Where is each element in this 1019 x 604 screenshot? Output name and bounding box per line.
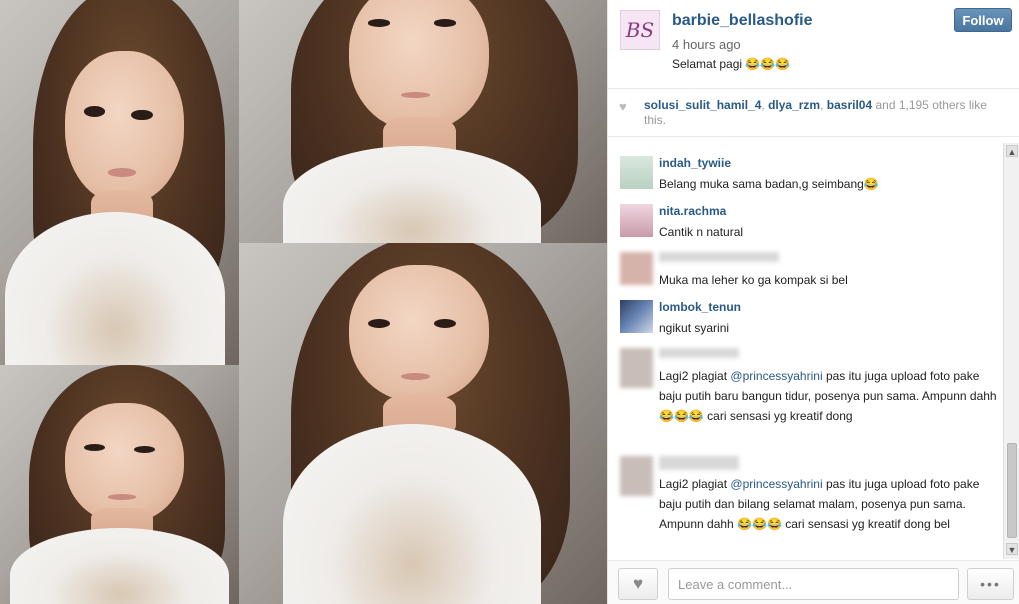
commenter-username[interactable]: nita.rachma: [659, 204, 726, 218]
comment-composer: ♥ •••: [608, 560, 1019, 604]
photo-tile-bottom-left: [0, 365, 239, 604]
comment-text: Belang muka sama badan,g seimbang😂: [659, 177, 879, 191]
comment-text: Muka ma leher ko ga kompak si bel: [659, 273, 848, 287]
commenter-avatar[interactable]: [620, 456, 653, 496]
liker-link[interactable]: solusi_sulit_hamil_4: [644, 98, 761, 112]
heart-icon: ♥: [632, 574, 644, 593]
commenter-username[interactable]: lombok_tenun: [659, 300, 741, 314]
commenter-avatar[interactable]: [620, 252, 653, 285]
like-button[interactable]: ♥: [618, 568, 658, 600]
commenter-username[interactable]: [659, 348, 739, 358]
post-detail-panel: BS barbie_bellashofie 4 hours ago Selama…: [607, 0, 1019, 604]
comment-text-part: Lagi2 plagiat: [659, 369, 731, 383]
photo-tile-top-left: [0, 0, 239, 365]
author-username[interactable]: barbie_bellashofie: [672, 12, 813, 30]
commenter-username[interactable]: indah_tywiie: [659, 156, 731, 170]
post-photo[interactable]: [0, 0, 607, 604]
comment-text: Lagi2 plagiat @princessyahrini pas itu j…: [659, 366, 999, 426]
likes-summary: ♥ solusi_sulit_hamil_4, dlya_rzm, basril…: [608, 89, 1019, 137]
commenter-avatar[interactable]: [620, 300, 653, 333]
liker-link[interactable]: basril04: [827, 98, 872, 112]
liker-link[interactable]: dlya_rzm: [768, 98, 820, 112]
scroll-down-icon[interactable]: ▼: [1006, 543, 1018, 555]
commenter-avatar[interactable]: [620, 204, 653, 237]
more-options-button[interactable]: •••: [967, 568, 1014, 600]
mention-link[interactable]: @princessyahrini: [730, 477, 822, 491]
comment-text-part: Lagi2 plagiat: [659, 477, 731, 491]
scroll-up-icon[interactable]: ▲: [1006, 145, 1018, 157]
comments-scrollbar[interactable]: ▲ ▼: [1003, 143, 1019, 559]
post-timestamp[interactable]: 4 hours ago: [672, 37, 741, 52]
post-header: BS barbie_bellashofie 4 hours ago Selama…: [608, 0, 1019, 89]
commenter-username[interactable]: [659, 456, 739, 470]
comment-text: Lagi2 plagiat @princessyahrini pas itu j…: [659, 474, 999, 534]
comment-text: Cantik n natural: [659, 225, 744, 239]
heart-icon: ♥: [619, 99, 627, 114]
commenter-avatar[interactable]: [620, 348, 653, 388]
photo-tile-top-right: [239, 0, 607, 243]
author-avatar[interactable]: BS: [620, 10, 660, 50]
post-caption: Selamat pagi 😂😂😂: [672, 57, 791, 71]
scrollbar-thumb[interactable]: [1007, 443, 1017, 538]
commenter-avatar[interactable]: [620, 156, 653, 189]
comment-input[interactable]: [668, 568, 959, 600]
more-dots-icon: •••: [980, 576, 1001, 592]
comment-text: ngikut syarini: [659, 321, 730, 335]
mention-link[interactable]: @princessyahrini: [730, 369, 822, 383]
follow-button[interactable]: Follow: [954, 8, 1012, 32]
likes-separator: ,: [820, 98, 827, 112]
comment-list: indah_tywiie Belang muka sama badan,g se…: [608, 140, 1003, 560]
commenter-username[interactable]: [659, 252, 779, 262]
photo-tile-bottom-right: [239, 243, 607, 604]
